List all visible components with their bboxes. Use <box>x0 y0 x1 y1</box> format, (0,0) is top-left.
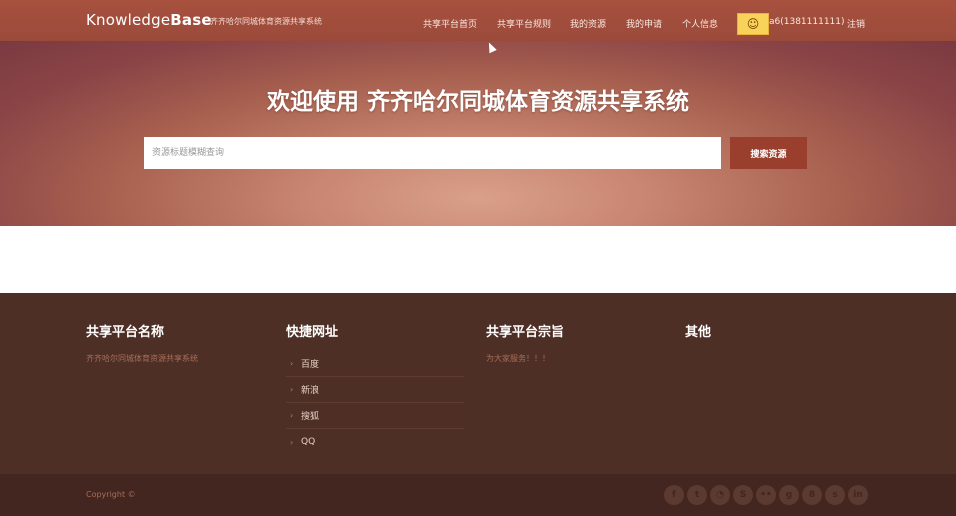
stumbleupon-icon[interactable]: s <box>825 485 845 505</box>
footer-link-label: 搜狐 <box>301 412 320 422</box>
nav-my-applications[interactable]: 我的申请 <box>626 17 662 30</box>
flickr-icon[interactable]: •• <box>756 485 776 505</box>
footer-platform-name-title: 共享平台名称 <box>86 325 165 340</box>
rss-icon[interactable]: ◔ <box>710 485 730 505</box>
chevron-right-icon: › <box>290 411 294 420</box>
footer-link-sina[interactable]: › 新浪 <box>286 377 464 403</box>
resource-search-input[interactable] <box>144 137 721 169</box>
copyright-text: Copyright © <box>86 490 136 499</box>
odnoklassniki-icon[interactable]: 8 <box>802 485 822 505</box>
avatar-icon: ☺ <box>746 17 760 31</box>
footer-link-qq[interactable]: › QQ <box>286 429 464 455</box>
nav-my-resources[interactable]: 我的资源 <box>570 17 606 30</box>
hero-title: 欢迎使用 齐齐哈尔同城体育资源共享系统 <box>266 89 689 115</box>
user-name-link[interactable]: a6(1381111111) <box>769 17 845 27</box>
footer-quick-links: › 百度 › 新浪 › 搜狐 › QQ <box>286 351 464 455</box>
chevron-right-icon: › <box>290 385 294 394</box>
footer-link-sohu[interactable]: › 搜狐 <box>286 403 464 429</box>
twitter-icon[interactable]: t <box>687 485 707 505</box>
top-navigation-bar: KnowledgeBase 齐齐哈尔同城体育资源共享系统 共享平台首页 共享平台… <box>0 0 956 41</box>
chevron-right-icon: › <box>290 437 294 447</box>
hero-banner <box>0 41 956 226</box>
linkedin-icon[interactable]: in <box>848 485 868 505</box>
footer-purpose-title: 共享平台宗旨 <box>486 325 565 340</box>
footer-platform-name-text: 齐齐哈尔同城体育资源共享系统 <box>86 354 198 363</box>
site-subtitle: 齐齐哈尔同城体育资源共享系统 <box>210 17 322 26</box>
footer-link-label: 百度 <box>301 360 320 370</box>
skype-icon[interactable]: S <box>733 485 753 505</box>
brand-logo[interactable]: KnowledgeBase <box>86 11 212 29</box>
nav-rules[interactable]: 共享平台规则 <box>497 17 551 30</box>
nav-personal-info[interactable]: 个人信息 <box>682 17 718 30</box>
facebook-icon[interactable]: f <box>664 485 684 505</box>
chevron-right-icon: › <box>290 359 294 368</box>
footer-quick-links-title: 快捷网址 <box>286 325 339 340</box>
footer-other-title: 其他 <box>685 325 712 340</box>
nav-home[interactable]: 共享平台首页 <box>423 17 477 30</box>
brand-part2: Base <box>170 11 212 29</box>
footer-link-label: QQ <box>301 437 316 447</box>
logout-link[interactable]: 注销 <box>847 17 865 30</box>
footer-link-baidu[interactable]: › 百度 <box>286 351 464 377</box>
search-resources-button[interactable]: 搜索资源 <box>730 137 807 169</box>
footer-link-label: 新浪 <box>301 386 320 396</box>
user-avatar[interactable]: ☺ <box>737 13 769 35</box>
social-icons: f t ◔ S •• g 8 s in <box>664 485 868 505</box>
footer-purpose-text: 为大家服务！！！ <box>486 354 550 363</box>
brand-part1: Knowledge <box>86 11 171 29</box>
google-plus-icon[interactable]: g <box>779 485 799 505</box>
